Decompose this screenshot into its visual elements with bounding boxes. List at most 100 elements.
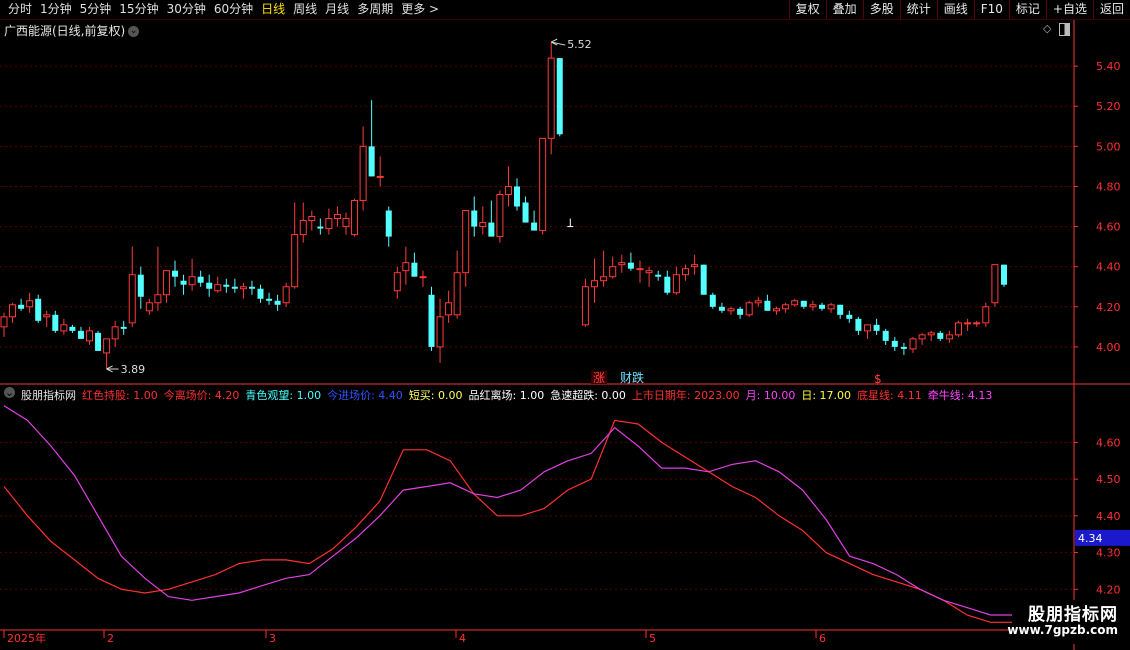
candle-body <box>882 330 889 341</box>
candle-body <box>111 326 119 340</box>
candle-body <box>819 304 825 309</box>
period-tab-6[interactable]: 日线 <box>257 0 289 19</box>
chart-corner-icons: ◇ <box>1043 22 1070 36</box>
candle-body <box>419 276 427 279</box>
date-tick-label: 3 <box>269 632 276 645</box>
period-tab-3[interactable]: 15分钟 <box>115 0 162 19</box>
candle-body <box>385 210 392 237</box>
tool-button-1[interactable]: 叠加 <box>825 0 863 19</box>
tool-button-6[interactable]: 标记 <box>1008 0 1046 19</box>
candle-body <box>479 222 487 228</box>
candle-body <box>837 304 844 315</box>
candle-body <box>754 300 762 304</box>
indicator-param-11: 牵牛线: 4.13 <box>927 389 993 402</box>
candle-body <box>782 304 790 310</box>
candle-body <box>609 266 617 278</box>
date-tick-label: 6 <box>819 632 826 645</box>
candle-body <box>973 322 981 325</box>
candle-body <box>428 294 435 347</box>
indicator-param-3: 今进场价: 4.40 <box>327 389 403 402</box>
candle-body <box>128 274 136 324</box>
period-tab-9[interactable]: 多周期 <box>353 0 397 19</box>
candle-body <box>445 302 453 316</box>
indicator-param-1: 今离场价: 4.20 <box>163 389 240 402</box>
tool-button-8[interactable]: 返回 <box>1092 0 1130 19</box>
price-tick-label: 4.60 <box>1096 221 1121 234</box>
kline-chart[interactable]: 5.40 5.20 5.00 4.80 4.60 4.40 4.20 4.00 5.52 3.89… <box>0 20 1130 385</box>
candle-body <box>664 276 671 293</box>
candle-body <box>745 302 753 316</box>
candle-body <box>1001 264 1007 285</box>
candle-body <box>504 185 512 195</box>
period-tab-2[interactable]: 5分钟 <box>76 0 116 19</box>
period-tab-4[interactable]: 30分钟 <box>163 0 210 19</box>
candle-body <box>937 332 944 339</box>
stock-title[interactable]: 广西能源(日线,前复权) ⌄ <box>4 22 140 39</box>
tool-button-0[interactable]: 复权 <box>788 0 826 19</box>
period-tab-7[interactable]: 周线 <box>289 0 321 19</box>
date-tick-label: 5 <box>649 632 656 645</box>
candle-body <box>531 222 538 231</box>
candle-body <box>188 276 196 286</box>
tool-button-7[interactable]: +自选 <box>1045 0 1093 19</box>
candle-body <box>945 334 953 340</box>
tool-button-2[interactable]: 多股 <box>862 0 900 19</box>
high-arrow <box>550 38 566 46</box>
indicator-series-0 <box>3 419 1014 623</box>
candle-body <box>918 334 926 340</box>
candle-body <box>864 324 871 332</box>
indicator-param-5: 品红离场: 1.00 <box>468 389 545 402</box>
candle-body <box>231 286 238 289</box>
candle-body <box>206 282 213 289</box>
indicator-param-0: 红色持股: 1.00 <box>82 389 158 402</box>
candle-body <box>955 322 962 336</box>
period-tab-10[interactable]: 更多 > <box>397 0 443 19</box>
panel-toggle-icon[interactable] <box>1059 22 1070 36</box>
period-tab-8[interactable]: 月线 <box>321 0 353 19</box>
candle-body <box>223 284 230 287</box>
candle-body <box>342 218 350 228</box>
low-price-label: 3.89 <box>121 363 146 376</box>
date-tick-label: 2025年 <box>7 631 46 645</box>
tool-button-3[interactable]: 统计 <box>899 0 937 19</box>
candle-body <box>197 276 204 283</box>
indicator-tick-label: 4.20 <box>1096 583 1121 596</box>
indicator-chart[interactable]: 4.60 4.50 4.40 4.30 4.20 4.34 2025年 2 3 4 5 6 <box>0 385 1130 650</box>
date-tick-label: 4 <box>459 632 466 645</box>
candle-body <box>591 280 598 288</box>
period-tab-5[interactable]: 60分钟 <box>210 0 257 19</box>
tool-button-5[interactable]: F10 <box>973 0 1009 19</box>
indicator-menu-icon[interactable]: ⌄ <box>4 387 15 398</box>
candle-body <box>727 308 735 312</box>
candle-body <box>239 286 247 290</box>
period-tab-1[interactable]: 1分钟 <box>36 0 76 19</box>
low-arrow <box>106 365 119 373</box>
candle-body <box>672 274 680 294</box>
candle-body <box>43 314 51 318</box>
indicator-series-1 <box>3 405 1014 616</box>
indicator-param-6: 急速超跌: 0.00 <box>550 389 626 402</box>
candle-body <box>402 262 410 272</box>
indicator-legend: ⌄ 股朋指标网 红色持股: 1.00 今离场价: 4.20 青色观望: 1.00 今进… <box>4 387 992 403</box>
candle-body <box>291 234 299 288</box>
candle-body <box>103 338 111 354</box>
candle-body <box>800 300 807 307</box>
indicator-name[interactable]: 股朋指标网 <box>21 387 76 403</box>
candle-body <box>411 262 418 277</box>
tool-button-4[interactable]: 画线 <box>936 0 974 19</box>
candle-body <box>26 300 34 308</box>
diamond-icon[interactable]: ◇ <box>1043 22 1051 35</box>
candle-body <box>764 300 771 311</box>
candle-body <box>691 264 699 268</box>
period-tab-0[interactable]: 分时 <box>4 0 36 19</box>
indicator-param-10: 底星线: 4.11 <box>857 389 922 402</box>
candle-body <box>927 332 935 336</box>
candle-body <box>718 306 725 311</box>
candle-body <box>95 332 102 351</box>
candle-body <box>556 58 563 135</box>
watermark-logo: 股朋指标网 www.7gpzb.com <box>1007 600 1124 644</box>
candle-body <box>655 274 662 277</box>
high-price-label: 5.52 <box>567 38 592 51</box>
stock-title-text: 广西能源(日线,前复权) <box>4 24 126 38</box>
dropdown-icon[interactable]: ⌄ <box>128 26 140 37</box>
